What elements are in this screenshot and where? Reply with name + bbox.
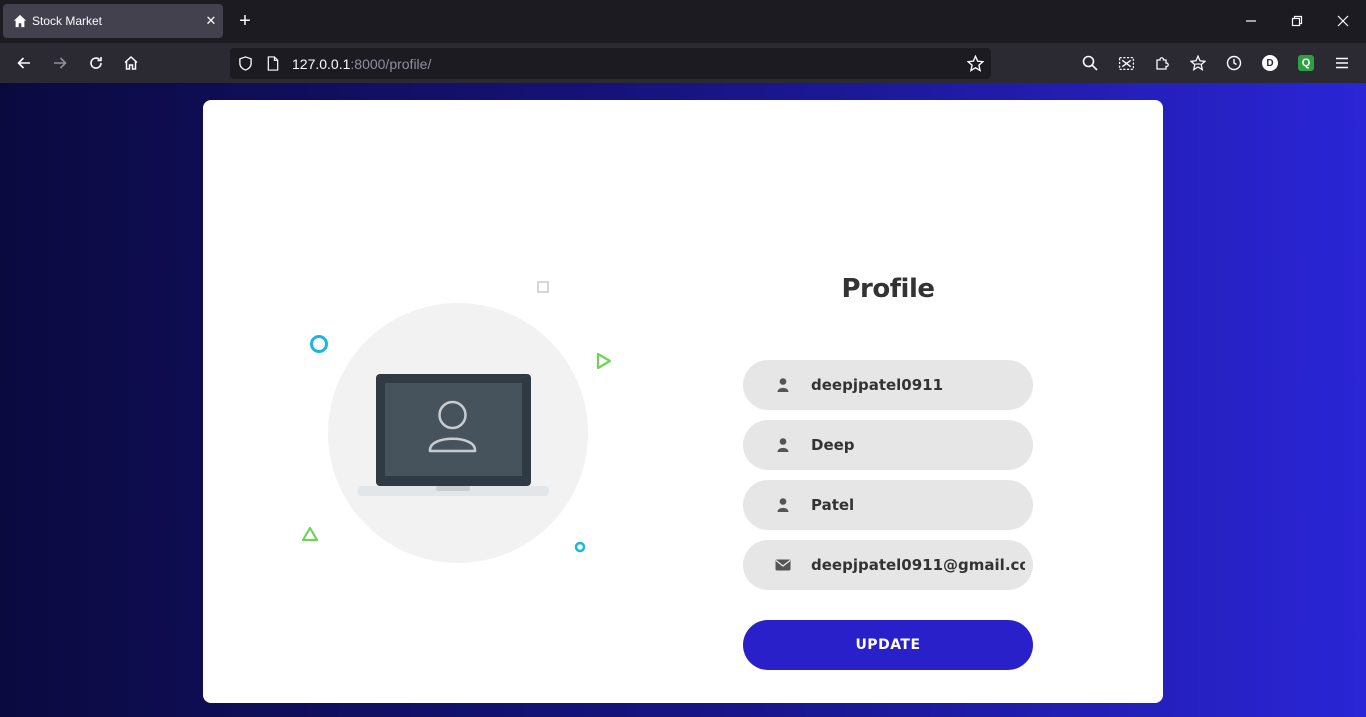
last-name-input[interactable] <box>811 480 1025 530</box>
restore-icon <box>1291 15 1303 27</box>
history-button[interactable] <box>1222 51 1246 75</box>
star-list-icon <box>1190 55 1206 71</box>
deco-grey-square <box>537 281 549 293</box>
menu-button[interactable] <box>1330 51 1354 75</box>
url-host: 127.0.0.1 <box>292 56 351 72</box>
search-button[interactable] <box>1078 51 1102 75</box>
deco-teal-circle-small <box>574 541 586 553</box>
account-avatar: D <box>1262 55 1278 71</box>
screenshot-icon <box>1118 56 1134 70</box>
extension-q-icon: Q <box>1298 55 1314 71</box>
update-button[interactable]: UPDATE <box>743 620 1033 670</box>
minimize-button[interactable] <box>1236 8 1266 34</box>
tab-stock-market[interactable]: Stock Market ✕ <box>3 4 223 38</box>
url-path: :8000/profile/ <box>350 56 432 72</box>
page-background: Profile UPDATE <box>0 83 1366 717</box>
page-icon[interactable] <box>266 56 280 71</box>
home-favicon-icon <box>13 14 27 28</box>
tab-strip: Stock Market ✕ + <box>0 0 1366 43</box>
extensions-button[interactable] <box>1150 51 1174 75</box>
page-title: Profile <box>841 274 935 304</box>
back-button[interactable] <box>12 51 36 75</box>
bookmarks-button[interactable] <box>1186 51 1210 75</box>
email-input[interactable] <box>811 540 1025 590</box>
laptop-screen <box>385 383 522 476</box>
home-icon <box>124 55 138 70</box>
account-button[interactable]: D <box>1258 51 1282 75</box>
extension-q-button[interactable]: Q <box>1294 51 1318 75</box>
tab-close-icon[interactable]: ✕ <box>199 13 223 29</box>
envelope-icon <box>775 559 791 571</box>
deco-green-triangle-up <box>301 526 319 542</box>
shield-icon[interactable] <box>238 56 253 71</box>
laptop-notch <box>436 486 470 491</box>
user-icon <box>777 378 789 392</box>
first-name-field[interactable] <box>743 420 1033 470</box>
username-input[interactable] <box>811 360 1025 410</box>
deco-teal-circle-large <box>310 335 328 353</box>
minimize-icon <box>1246 20 1256 22</box>
puzzle-icon <box>1156 57 1169 70</box>
profile-card: Profile UPDATE <box>203 100 1163 703</box>
deco-green-triangle-right <box>596 352 612 370</box>
last-name-field[interactable] <box>743 480 1033 530</box>
email-field[interactable] <box>743 540 1033 590</box>
tab-title: Stock Market <box>32 14 103 28</box>
home-button[interactable] <box>119 51 143 75</box>
hamburger-menu-icon <box>1336 57 1348 69</box>
reload-icon <box>90 57 102 69</box>
laptop-profile-illustration <box>301 281 612 563</box>
search-icon <box>1082 55 1098 71</box>
forward-arrow-icon <box>54 57 67 69</box>
user-icon <box>777 438 789 452</box>
user-icon <box>777 498 789 512</box>
restore-button[interactable] <box>1282 8 1312 34</box>
screenshot-button[interactable] <box>1114 51 1138 75</box>
forward-button[interactable] <box>48 51 72 75</box>
close-window-button[interactable] <box>1328 8 1358 34</box>
url-text[interactable]: 127.0.0.1:8000/profile/ <box>292 56 431 72</box>
clock-icon <box>1226 55 1242 71</box>
username-field[interactable] <box>743 360 1033 410</box>
reload-button[interactable] <box>84 51 108 75</box>
new-tab-button[interactable]: + <box>232 8 258 34</box>
back-arrow-icon <box>17 57 30 69</box>
bookmark-star-icon[interactable] <box>967 55 984 72</box>
address-bar[interactable]: 127.0.0.1:8000/profile/ <box>230 48 991 79</box>
close-icon <box>1337 15 1349 27</box>
first-name-input[interactable] <box>811 420 1025 470</box>
